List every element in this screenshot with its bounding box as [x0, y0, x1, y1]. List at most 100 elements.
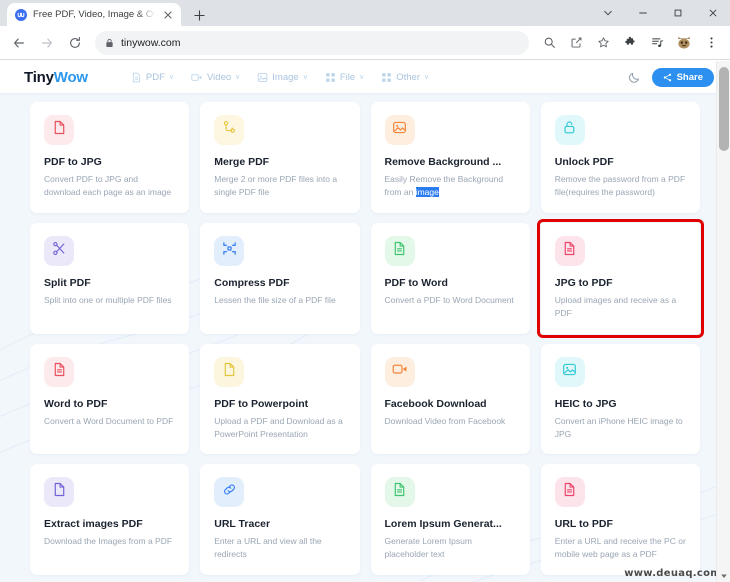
nav-label: Image [272, 71, 299, 83]
reading-list-icon[interactable] [644, 30, 670, 56]
share-icon [663, 73, 672, 82]
card-title: HEIC to JPG [554, 397, 617, 410]
card-icon-wrap [214, 235, 245, 266]
address-bar[interactable]: tinywow.com [95, 30, 529, 55]
watermark: www.deuaq.com [624, 568, 721, 579]
logo-wow: Wow [53, 68, 88, 86]
header-actions: Share [628, 67, 714, 87]
site-logo[interactable]: TinyWow [24, 69, 88, 86]
card-description: Split into one or multiple PDF files [44, 294, 172, 305]
tool-card-url-to-pdf[interactable]: URL to PDF Enter a URL and receive the P… [540, 464, 700, 576]
tool-card-heic-to-jpg[interactable]: HEIC to JPG Convert an iPhone HEIC image… [540, 343, 700, 455]
tool-card-unlock-pdf[interactable]: Unlock PDF Remove the password from a PD… [540, 102, 700, 213]
tool-card-url-tracer[interactable]: URL Tracer Enter a URL and view all the … [200, 464, 360, 576]
forward-icon[interactable] [34, 30, 60, 56]
tool-card-jpg-to-pdf[interactable]: JPG to PDF Upload images and receive as … [536, 218, 705, 338]
browser-tab[interactable]: Free PDF, Video, Image & Other [7, 3, 181, 26]
nav-item-other[interactable]: Other ∨ [381, 72, 429, 83]
search-icon[interactable] [536, 30, 562, 56]
grid-icon [325, 72, 336, 83]
chevron-down-icon: ∨ [359, 73, 365, 81]
card-description: Convert an iPhone HEIC image to JPG [554, 415, 683, 439]
tab-title: Free PDF, Video, Image & Other [33, 9, 155, 20]
image-icon [392, 120, 407, 140]
nav-item-video[interactable]: Video ∨ [191, 72, 240, 83]
chrome-menu-icon[interactable] [698, 30, 724, 56]
card-icon-wrap [554, 356, 585, 387]
card-title: Word to PDF [44, 397, 108, 410]
tool-card-pdf-to-word[interactable]: PDF to Word Convert a PDF to Word Docume… [370, 222, 530, 334]
browser-window: Free PDF, Video, Image & Other [0, 0, 730, 582]
card-description: Enter a URL and receive the PC or mobile… [554, 536, 686, 560]
card-title: Remove Background ... [384, 156, 502, 168]
tinywow-favicon [15, 8, 27, 21]
tool-card-lorem-ipsum-generator[interactable]: Lorem Ipsum Generat... Generate Lorem Ip… [370, 464, 530, 576]
card-title: Extract images PDF [44, 518, 143, 531]
nav-item-pdf[interactable]: PDF ∨ [131, 72, 174, 83]
chevron-down-icon: ∨ [168, 73, 175, 81]
tool-card-pdf-to-powerpoint[interactable]: PDF to Powerpoint Upload a PDF and Downl… [200, 343, 360, 455]
page-scrollbar[interactable] [716, 61, 730, 582]
card-description: Upload images and receive as a PDF [554, 294, 677, 318]
document-icon [131, 72, 142, 83]
maximize-button[interactable] [660, 0, 695, 26]
url-text: tinywow.com [121, 36, 181, 49]
share-icon[interactable] [563, 30, 589, 56]
tool-card-facebook-download[interactable]: Facebook Download Download Video from Fa… [370, 343, 530, 455]
image-icon [562, 362, 577, 382]
link-icon [222, 482, 237, 502]
tool-card-merge-pdf[interactable]: Merge PDF Merge 2 or more PDF files into… [200, 102, 360, 213]
new-tab-button[interactable] [187, 4, 211, 26]
tool-card-extract-images-pdf[interactable]: Extract images PDF Download the Images f… [30, 464, 190, 576]
card-description: Enter a URL and view all the redirects [214, 536, 322, 560]
main-nav: PDF ∨ Video ∨ Image ∨ File ∨ Other ∨ [131, 72, 429, 83]
bookmark-star-icon[interactable] [590, 30, 616, 56]
scissors-icon [52, 241, 67, 261]
card-description: Generate Lorem Ipsum placeholder text [384, 536, 472, 560]
tool-card-remove-background[interactable]: Remove Background ... Easily Remove the … [370, 102, 530, 213]
back-icon[interactable] [6, 30, 32, 56]
site-header: TinyWow PDF ∨ Video ∨ Image ∨ File ∨ Oth… [0, 61, 730, 93]
file-text-icon [52, 362, 67, 382]
scrollbar-thumb[interactable] [719, 67, 729, 151]
minimize-button[interactable] [625, 0, 660, 26]
grid-icon [381, 72, 392, 83]
card-title: PDF to Word [384, 276, 448, 289]
card-title: Merge PDF [214, 156, 270, 168]
moon-icon[interactable] [628, 71, 641, 84]
file-text-icon [562, 241, 577, 261]
card-title: URL Tracer [214, 518, 271, 531]
web-page: TinyWow PDF ∨ Video ∨ Image ∨ File ∨ Oth… [0, 61, 730, 582]
merge-icon [222, 120, 237, 140]
card-title: PDF to JPG [44, 156, 102, 168]
nav-item-file[interactable]: File ∨ [325, 72, 364, 83]
card-title: Unlock PDF [554, 156, 614, 168]
card-title: JPG to PDF [554, 276, 613, 289]
scrollbar-down-arrow[interactable] [717, 572, 730, 580]
image-icon [257, 72, 268, 83]
share-button[interactable]: Share [651, 67, 714, 87]
extensions-puzzle-icon[interactable] [617, 30, 643, 56]
card-icon-wrap [384, 115, 415, 145]
tool-card-split-pdf[interactable]: Split PDF Split into one or multiple PDF… [30, 222, 190, 334]
close-window-button[interactable] [695, 0, 730, 26]
tool-card-pdf-to-jpg[interactable]: PDF to JPG Convert PDF to JPG and downlo… [30, 102, 190, 213]
nav-item-image[interactable]: Image ∨ [257, 72, 308, 83]
tool-card-compress-pdf[interactable]: Compress PDF Lessen the file size of a P… [200, 222, 360, 334]
tools-grid: PDF to JPG Convert PDF to JPG and downlo… [30, 102, 705, 576]
file-text-icon [392, 482, 407, 502]
card-icon-wrap [554, 235, 585, 266]
profile-avatar[interactable] [671, 30, 697, 56]
close-icon[interactable] [161, 8, 175, 22]
card-icon-wrap [44, 235, 74, 266]
tool-card-word-to-pdf[interactable]: Word to PDF Convert a Word Document to P… [30, 343, 190, 455]
tab-search-icon[interactable] [590, 0, 625, 26]
nav-label: Video [207, 71, 232, 83]
card-title: PDF to Powerpoint [214, 397, 309, 410]
card-icon-wrap [384, 235, 415, 266]
chevron-down-icon: ∨ [235, 73, 241, 81]
desc-text: Easily Remove the Background from an [384, 174, 504, 197]
card-icon-wrap [554, 115, 585, 145]
card-icon-wrap [214, 115, 245, 145]
reload-icon[interactable] [62, 30, 88, 56]
